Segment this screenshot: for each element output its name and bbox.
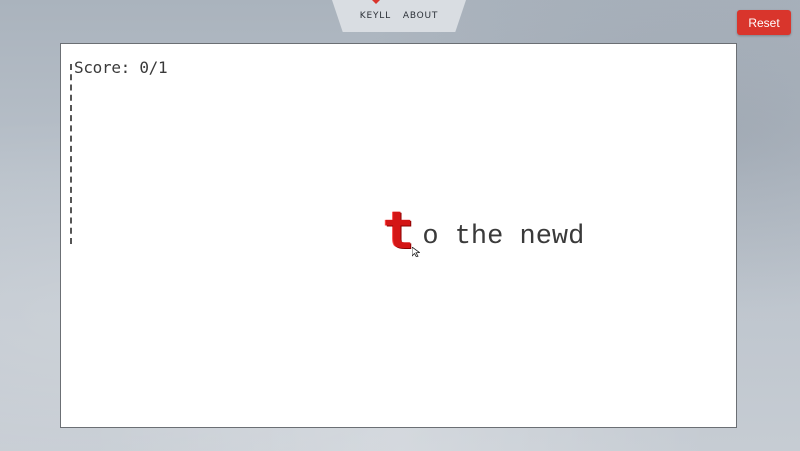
progress-rail <box>70 64 72 244</box>
cursor-icon <box>411 242 421 258</box>
nav-link-keyll[interactable]: KEYLL <box>360 11 391 21</box>
remaining-text: o the newd <box>422 222 585 252</box>
nav-links: KEYLL ABOUT <box>332 11 466 21</box>
nav-link-about[interactable]: ABOUT <box>403 11 438 21</box>
typed-text: t <box>383 201 415 261</box>
game-canvas[interactable]: Score: 0/1 t o the newd <box>60 43 737 428</box>
typing-prompt: t o the newd <box>383 201 585 261</box>
reset-button[interactable]: Reset <box>737 10 791 35</box>
score-label: Score: 0/1 <box>74 58 168 77</box>
